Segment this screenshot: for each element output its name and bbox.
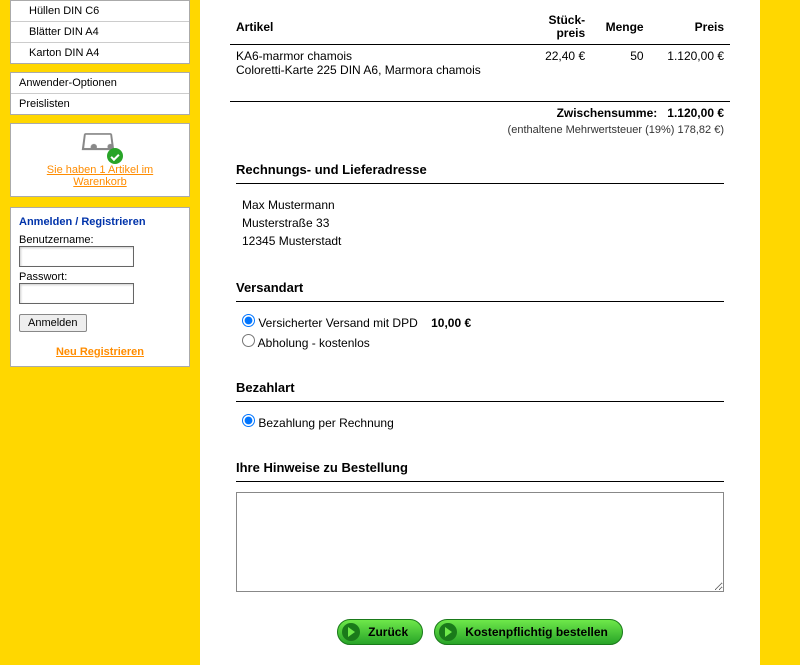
username-label: Benutzername: [19, 234, 181, 246]
address-name: Max Mustermann [242, 196, 718, 214]
login-box: Anmelden / Registrieren Benutzername: Pa… [10, 207, 190, 367]
order-button[interactable]: Kostenpflichtig bestellen [434, 619, 623, 645]
notes-textarea[interactable] [236, 492, 724, 592]
shipping-section: Versandart Versicherter Versand mit DPD … [230, 274, 730, 358]
subtotal-value: 1.120,00 € [667, 106, 724, 120]
ship-price-dpd: 10,00 € [431, 316, 471, 330]
nav-item-huellen[interactable]: Hüllen DIN C6 [11, 1, 189, 22]
notes-header: Ihre Hinweise zu Bestellung [236, 460, 724, 482]
category-nav: Hüllen DIN C6 Blätter DIN A4 Karton DIN … [10, 0, 190, 64]
pay-radio-invoice[interactable] [242, 414, 255, 427]
login-button[interactable]: Anmelden [19, 314, 87, 332]
item-code: KA6-marmor chamois [236, 49, 524, 63]
nav-item-pricelists[interactable]: Preislisten [11, 94, 189, 114]
cart-box: Sie haben 1 Artikel im Warenkorb [10, 123, 190, 197]
back-button[interactable]: Zurück [337, 619, 423, 645]
cell-price: 1.120,00 € [650, 45, 730, 82]
col-qty: Menge [591, 10, 649, 45]
payment-section: Bezahlart Bezahlung per Rechnung [230, 374, 730, 438]
username-input[interactable] [19, 246, 134, 267]
col-price: Preis [650, 10, 730, 45]
shipping-header: Versandart [236, 280, 724, 302]
subtotal-label: Zwischensumme: [557, 106, 658, 120]
col-unitprice: Stück-preis [530, 10, 591, 45]
address-section: Rechnungs- und Lieferadresse Max Musterm… [230, 156, 730, 258]
nav-item-blaetter[interactable]: Blätter DIN A4 [11, 22, 189, 43]
main-content: Artikel Stück-preis Menge Preis KA6-marm… [200, 0, 760, 665]
order-table: Artikel Stück-preis Menge Preis KA6-marm… [230, 10, 730, 140]
ship-radio-dpd[interactable] [242, 314, 255, 327]
arrow-icon [439, 623, 457, 641]
nav-item-karton[interactable]: Karton DIN A4 [11, 43, 189, 63]
table-row: KA6-marmor chamois Coloretti-Karte 225 D… [230, 45, 730, 82]
ship-label-pickup: Abholung - kostenlos [258, 336, 370, 350]
button-row: Zurück Kostenpflichtig bestellen [230, 619, 730, 645]
user-nav: Anwender-Optionen Preislisten [10, 72, 190, 115]
arrow-icon [342, 623, 360, 641]
password-input[interactable] [19, 283, 134, 304]
ship-radio-pickup[interactable] [242, 334, 255, 347]
ship-label-dpd: Versicherter Versand mit DPD [258, 316, 417, 330]
notes-section: Ihre Hinweise zu Bestellung [230, 454, 730, 601]
tax-note: (enthaltene Mehrwertsteuer (19%) 178,82 … [236, 124, 724, 136]
item-desc: Coloretti-Karte 225 DIN A6, Marmora cham… [236, 63, 524, 77]
nav-item-options[interactable]: Anwender-Optionen [11, 73, 189, 94]
pay-label-invoice: Bezahlung per Rechnung [258, 416, 393, 430]
login-header: Anmelden / Registrieren [19, 216, 181, 228]
cell-unitprice: 22,40 € [530, 45, 591, 82]
cart-icon [79, 132, 121, 160]
password-label: Passwort: [19, 271, 181, 283]
address-header: Rechnungs- und Lieferadresse [236, 162, 724, 184]
address-street: Musterstraße 33 [242, 214, 718, 232]
register-link[interactable]: Neu Registrieren [19, 346, 181, 358]
payment-header: Bezahlart [236, 380, 724, 402]
address-city: 12345 Musterstadt [242, 232, 718, 250]
cart-link[interactable]: Sie haben 1 Artikel im Warenkorb [47, 164, 153, 188]
col-article: Artikel [230, 10, 530, 45]
cell-qty: 50 [591, 45, 649, 82]
